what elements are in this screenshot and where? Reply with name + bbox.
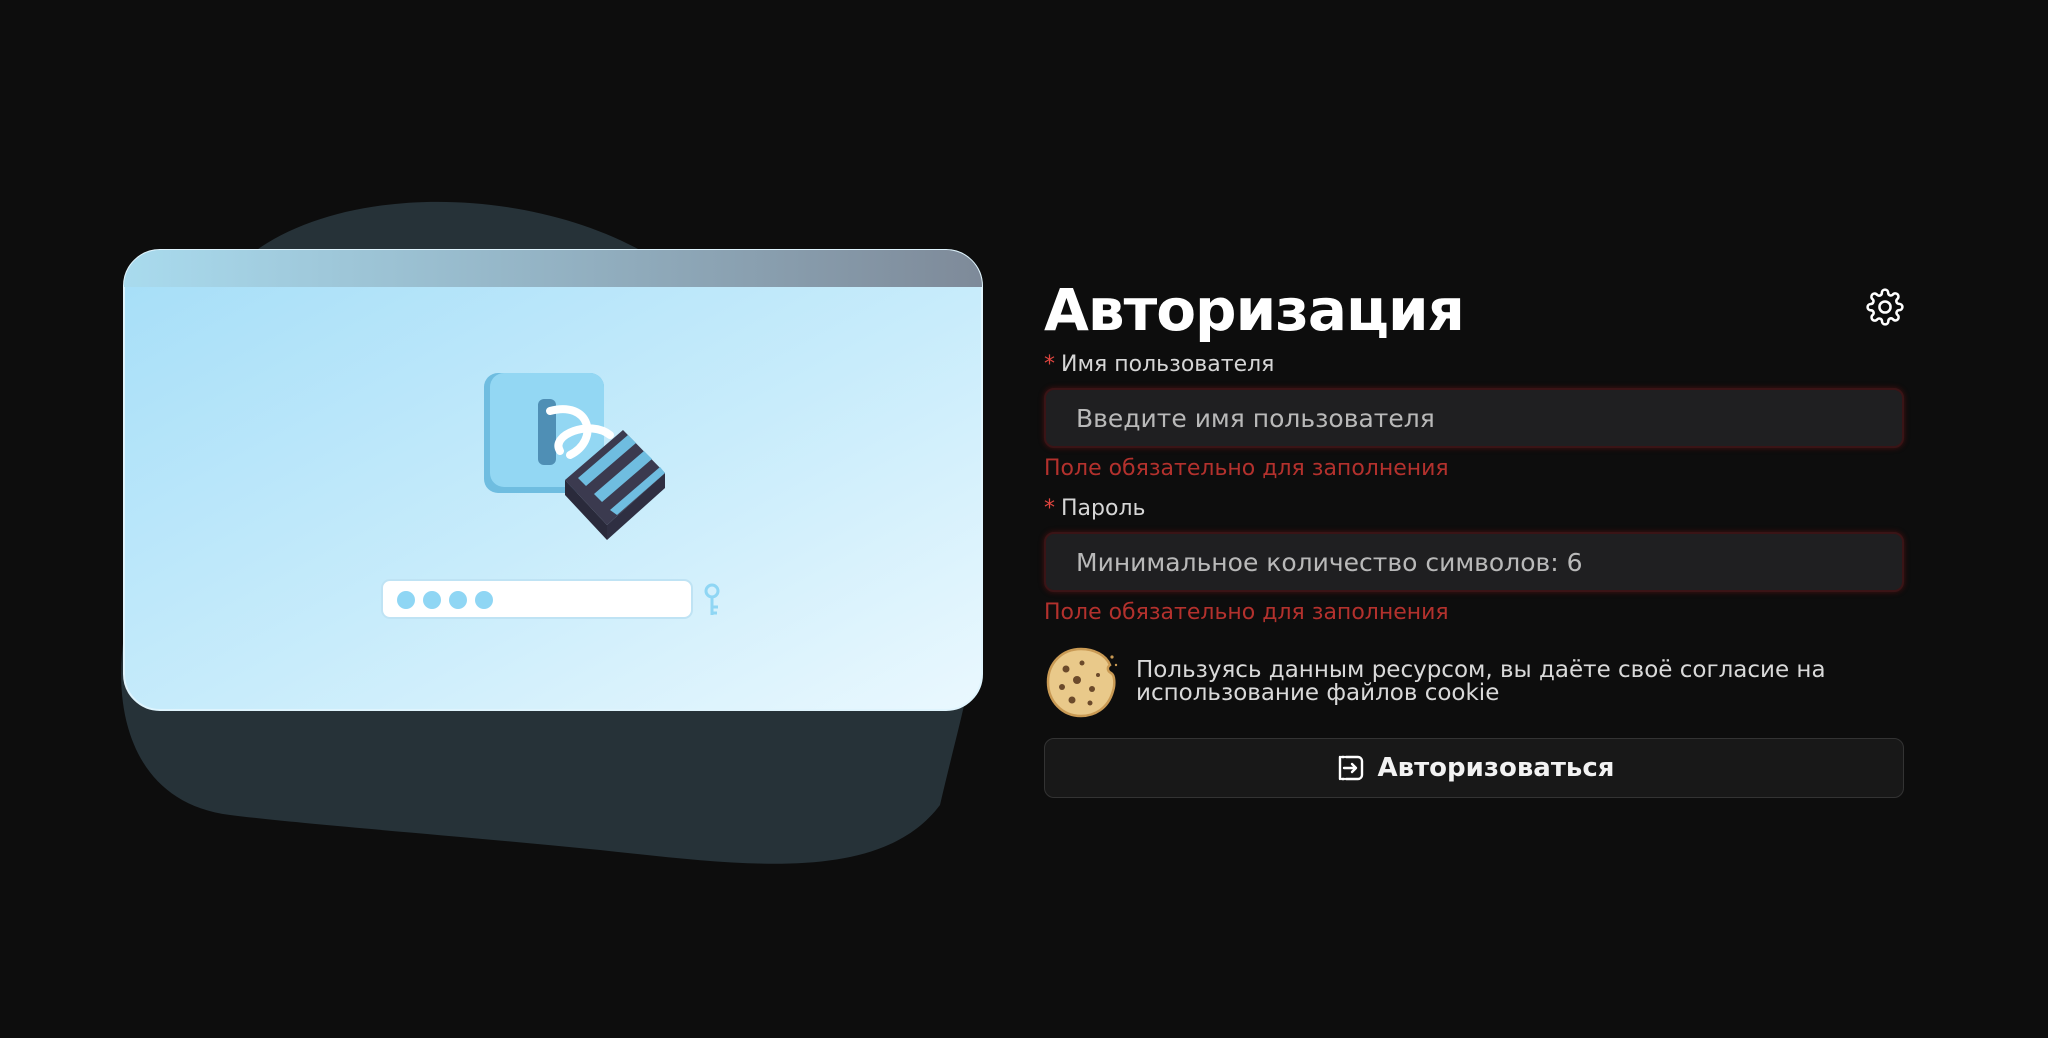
cookie-notice: Пользуясь данным ресурсом, вы даёте своё… [1044, 642, 1904, 722]
password-label-text: Пароль [1061, 496, 1146, 521]
username-label: * Имя пользователя [1044, 350, 1904, 380]
cookie-notice-text: Пользуясь данным ресурсом, вы даёте своё… [1136, 657, 1826, 706]
gear-icon[interactable] [1866, 288, 1904, 326]
login-icon [1334, 751, 1368, 785]
password-input[interactable] [1044, 532, 1904, 592]
password-error: Поле обязательно для заполнения [1044, 600, 1449, 625]
window-top-bar [124, 250, 982, 287]
login-button-label: Авторизоваться [1377, 753, 1615, 783]
password-field-group: * Пароль Поле обязательно для заполнения [1044, 494, 1904, 628]
username-input[interactable] [1044, 388, 1904, 448]
login-button[interactable]: Авторизоваться [1044, 738, 1904, 798]
username-error: Поле обязательно для заполнения [1044, 456, 1449, 481]
illustration-svg [121, 201, 983, 864]
auth-form: Авторизация *Имя пользователя Поле обяза… [1044, 270, 1904, 798]
login-illustration [120, 195, 1000, 875]
required-mark: * [1044, 352, 1055, 377]
password-label: * Пароль [1044, 494, 1904, 524]
required-mark: * [1044, 496, 1055, 521]
cookie-icon [1044, 645, 1118, 719]
title-row: Авторизация [1044, 270, 1904, 350]
login-page: Авторизация *Имя пользователя Поле обяза… [0, 0, 2048, 1038]
username-field-group: *Имя пользователя Поле обязательно для з… [1044, 350, 1904, 484]
page-title: Авторизация [1044, 276, 1465, 344]
username-label-text: Имя пользователя [1061, 352, 1275, 377]
settings-button[interactable] [1866, 288, 1904, 326]
